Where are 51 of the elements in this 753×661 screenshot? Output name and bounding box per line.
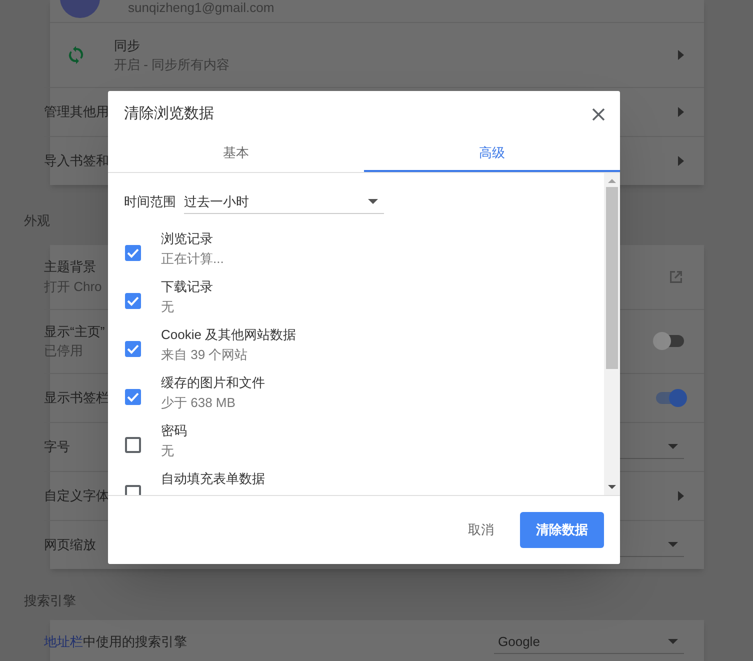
setting-title: 管理其他用 (44, 103, 109, 122)
item-detail: 无 (161, 299, 175, 315)
setting-title: 导入书签和 (44, 152, 109, 170)
setting-title: 同步 (114, 36, 140, 54)
checkbox[interactable] (125, 245, 141, 261)
setting-title: 显示书签栏 (44, 388, 109, 407)
toggle-switch[interactable] (656, 335, 684, 347)
setting-title: 网页缩放 (44, 536, 96, 554)
chevron-right-icon[interactable] (678, 107, 684, 117)
chevron-right-icon[interactable] (678, 50, 684, 60)
item-detail: 少于 638 MB (161, 395, 236, 411)
item-label: Cookie 及其他网站数据 (161, 327, 296, 343)
item-detail: 正在计算... (161, 251, 224, 267)
cancel-button[interactable]: 取消 (454, 512, 508, 548)
dialog-tab[interactable]: 基本 (108, 135, 364, 172)
setting-title: 字号 (44, 438, 70, 456)
checkbox[interactable] (125, 293, 141, 309)
sync-icon (68, 46, 84, 64)
item-detail: 无 (161, 443, 175, 459)
item-label: 缓存的图片和文件 (161, 375, 265, 391)
dropdown-caret-icon (668, 542, 678, 546)
item-detail: 来自 39 个网站 (161, 347, 249, 363)
time-range-dropdown[interactable]: 过去一小时 (184, 190, 384, 214)
dropdown-caret-icon (668, 444, 678, 448)
setting-title: 主题背景 (44, 258, 96, 276)
dropdown-field[interactable]: Google (494, 630, 684, 654)
section-heading: 搜索引擎 (24, 592, 76, 610)
setting-title: 自定义字体 (44, 486, 109, 505)
checkbox[interactable] (125, 389, 141, 405)
setting-title: 显示“主页” (44, 322, 105, 340)
external-link-icon[interactable] (668, 268, 684, 284)
checkbox[interactable] (125, 437, 141, 453)
item-label: 密码 (161, 423, 187, 439)
toggle-switch[interactable] (656, 392, 684, 404)
chevron-right-icon[interactable] (678, 156, 684, 166)
dialog-tab[interactable]: 高级 (364, 135, 620, 172)
address-bar-link[interactable]: 地址栏 (44, 634, 83, 650)
checkbox[interactable] (125, 341, 141, 357)
item-label: 自动填充表单数据 (161, 471, 265, 487)
clear-data-button[interactable]: 清除数据 (520, 512, 604, 548)
chevron-right-icon[interactable] (678, 490, 684, 500)
dropdown-caret-icon (668, 639, 678, 644)
setting-title: 地址栏中使用的搜索引擎 (44, 633, 187, 652)
dialog-title: 清除浏览数据 (124, 104, 214, 124)
item-label: 下载记录 (161, 279, 213, 295)
time-range-label: 时间范围 (124, 193, 176, 212)
item-label: 浏览记录 (161, 231, 214, 247)
section-heading: 外观 (24, 212, 50, 230)
dropdown-caret-icon (368, 199, 378, 204)
close-button[interactable] (590, 106, 606, 122)
scrollbar[interactable] (604, 173, 620, 495)
